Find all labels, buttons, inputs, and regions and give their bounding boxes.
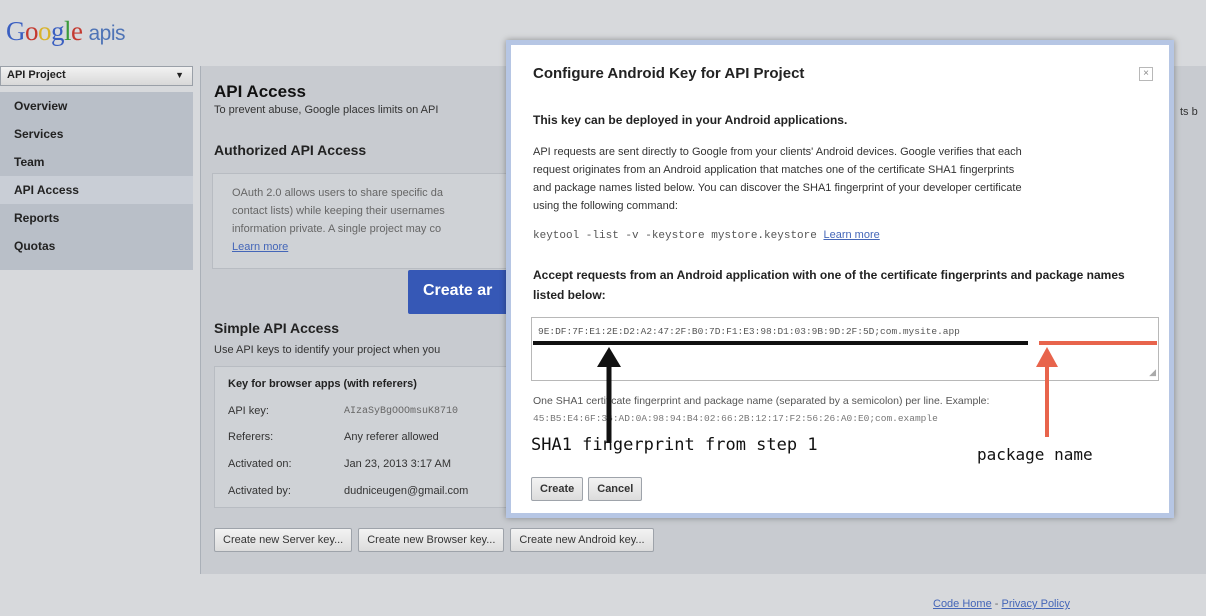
key-actions: Create new Server key... Create new Brow…	[214, 528, 654, 552]
code-home-link[interactable]: Code Home	[933, 598, 992, 610]
key-row-label: Referers:	[228, 431, 274, 443]
api-key-value: AIzaSyBgOOOmsuK8710	[344, 406, 459, 417]
sha1-annotation-label: SHA1 fingerprint from step 1	[531, 435, 818, 455]
privacy-policy-link[interactable]: Privacy Policy	[1001, 598, 1069, 610]
footer: Code Home - Privacy Policy	[933, 598, 1070, 610]
simple-api-text: Use API keys to identify your project wh…	[214, 344, 441, 356]
truncated-text: ts b	[1180, 106, 1198, 118]
logo-letter: G	[6, 16, 26, 46]
sidebar-item-quotas[interactable]: Quotas	[0, 232, 193, 260]
chevron-down-icon: ▼	[175, 70, 184, 80]
oauth-line: OAuth 2.0 allows users to share specific…	[232, 187, 443, 199]
google-apis-logo[interactable]: Google apis	[6, 16, 126, 47]
create-oauth-client-button[interactable]: Create ar	[408, 270, 508, 314]
logo-letter: o	[38, 16, 52, 46]
project-select-value: API Project	[7, 69, 66, 81]
package-arrow-icon	[1036, 347, 1058, 437]
create-android-key-button[interactable]: Create new Android key...	[510, 528, 654, 552]
sidebar-item-team[interactable]: Team	[0, 148, 193, 176]
oauth-line: contact lists) while keeping their usern…	[232, 205, 445, 217]
logo-letter: e	[71, 16, 83, 46]
configure-android-key-dialog: Configure Android Key for API Project × …	[506, 40, 1174, 518]
key-row-label: Activated on:	[228, 458, 292, 470]
activated-on-value: Jan 23, 2013 3:17 AM	[344, 458, 452, 470]
sidebar-item-reports[interactable]: Reports	[0, 204, 193, 232]
oauth-learn-more-link[interactable]: Learn more	[232, 238, 502, 256]
key-row-label: Activated by:	[228, 485, 291, 497]
page-title: API Access	[214, 82, 306, 101]
package-annotation-label: package name	[977, 445, 1093, 464]
referers-value: Any referer allowed	[344, 431, 439, 443]
oauth-info-text: OAuth 2.0 allows users to share specific…	[232, 184, 502, 256]
prevent-abuse-text: To prevent abuse, Google places limits o…	[214, 104, 439, 116]
authorized-api-heading: Authorized API Access	[214, 142, 367, 158]
sha1-arrow-icon	[597, 347, 621, 443]
create-server-key-button[interactable]: Create new Server key...	[214, 528, 353, 552]
sidebar-item-services[interactable]: Services	[0, 120, 193, 148]
activated-by-value: dudniceugen@gmail.com	[344, 485, 469, 497]
logo-apis-text: apis	[88, 22, 126, 45]
sidebar-item-api-access[interactable]: API Access	[0, 176, 193, 204]
key-row-label: API key:	[228, 405, 269, 417]
project-select[interactable]: API Project ▼	[0, 66, 193, 86]
create-browser-key-button[interactable]: Create new Browser key...	[358, 528, 505, 552]
browser-key-title: Key for browser apps (with referers)	[228, 378, 417, 390]
sidebar-nav: Overview Services Team API Access Report…	[0, 92, 193, 270]
sidebar-item-overview[interactable]: Overview	[0, 92, 193, 120]
logo-letter: l	[64, 16, 72, 46]
logo-letter: g	[51, 16, 65, 46]
api-console-page: Google apis API Project ▼ Overview Servic…	[0, 0, 1206, 616]
logo-letter: o	[25, 16, 39, 46]
oauth-line: information private. A single project ma…	[232, 223, 442, 235]
simple-api-heading: Simple API Access	[214, 320, 340, 336]
